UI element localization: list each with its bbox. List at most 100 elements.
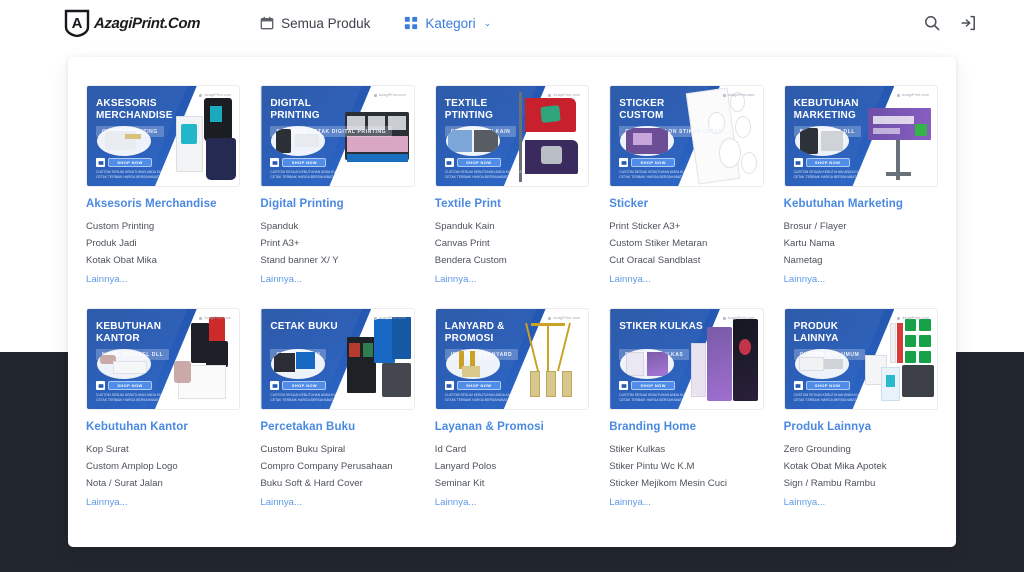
shop-now-label: SHOP NOW [457,158,501,167]
category-list-item[interactable]: Print Sticker A3+ [609,218,763,235]
category-banner[interactable]: AzagiPrint.com TEXTILE PTINTING CETAK BA… [435,85,589,187]
shop-now-label: SHOP NOW [806,381,850,390]
brand-logo[interactable]: A AzagiPrint.Com [64,9,200,37]
shop-now-button[interactable]: SHOP NOW [270,381,326,390]
cart-icon [794,381,803,390]
category-list-item[interactable]: Spanduk [260,218,414,235]
category-item-list: Kop Surat Custom Amplop Logo Nota / Sura… [86,441,240,492]
shop-now-button[interactable]: SHOP NOW [96,158,152,167]
category-list-item[interactable]: Custom Amplop Logo [86,458,240,475]
category-more-link[interactable]: Lainnya... [609,494,651,511]
watermark-text: AzagiPrint.com [902,316,929,320]
banner-thumbnail [795,126,849,156]
category-list-item[interactable]: Custom Printing [86,218,240,235]
category-banner[interactable]: AzagiPrint.com KEBUTUHAN MARKETING BOSUR… [784,85,938,187]
category-card: AzagiPrint.com TEXTILE PTINTING CETAK BA… [435,85,589,288]
category-list-item[interactable]: Kotak Obat Mika Apotek [784,458,938,475]
shop-now-button[interactable]: SHOP NOW [794,381,850,390]
shop-now-button[interactable]: SHOP NOW [619,158,675,167]
banner-note-line2: CETAK TERBAIK HARGA BERSAHABAT [270,398,347,403]
shop-now-button[interactable]: SHOP NOW [96,381,152,390]
category-list-item[interactable]: Zero Grounding [784,441,938,458]
category-title[interactable]: Sticker [609,198,763,210]
cart-icon [270,381,279,390]
category-banner[interactable]: AzagiPrint.com DIGITAL PRINTING SPESIALI… [260,85,414,187]
category-list-item[interactable]: Lanyard Polos [435,458,589,475]
nav-item-kategori[interactable]: Kategori ⌄ [404,16,491,31]
shop-now-button[interactable]: SHOP NOW [270,158,326,167]
category-title[interactable]: Kebutuhan Kantor [86,421,240,433]
category-list-item[interactable]: Nota / Surat Jalan [86,475,240,492]
category-list-item[interactable]: Stiker Kulkas [609,441,763,458]
login-button[interactable] [958,13,978,33]
category-list-item[interactable]: Kotak Obat Mika [86,252,240,269]
category-title[interactable]: Branding Home [609,421,763,433]
banner-note-line2: CETAK TERBAIK HARGA BERSAHABAT [619,175,696,180]
banner-thumbnail [97,349,151,379]
category-banner[interactable]: AzagiPrint.com CETAK BUKU CUSTOM BUKU SH… [260,308,414,410]
shop-now-label: SHOP NOW [282,381,326,390]
category-list-item[interactable]: Buku Soft & Hard Cover [260,475,414,492]
watermark-dot-icon [897,94,900,97]
category-list-item[interactable]: Id Card [435,441,589,458]
banner-note-line2: CETAK TERBAIK HARGA BERSAHABAT [794,398,871,403]
category-title[interactable]: Produk Lainnya [784,421,938,433]
category-list-item[interactable]: Cut Oracal Sandblast [609,252,763,269]
category-list-item[interactable]: Bendera Custom [435,252,589,269]
category-more-link[interactable]: Lainnya... [86,271,128,288]
cart-icon [445,158,454,167]
banner-note-line2: CETAK TERBAIK HARGA BERSAHABAT [270,175,347,180]
category-more-link[interactable]: Lainnya... [260,271,302,288]
category-more-link[interactable]: Lainnya... [435,494,477,511]
nav-item-semua-produk[interactable]: Semua Produk [260,16,370,31]
category-list-item[interactable]: Custom Stiker Metaran [609,235,763,252]
category-title[interactable]: Textile Print [435,198,589,210]
category-list-item[interactable]: Stand banner X/ Y [260,252,414,269]
category-list-item[interactable]: Kop Surat [86,441,240,458]
category-item-list: Spanduk Print A3+ Stand banner X/ Y [260,218,414,269]
category-list-item[interactable]: Spanduk Kain [435,218,589,235]
category-banner[interactable]: AzagiPrint.com AKSESORIS MERCHANDISE CUS… [86,85,240,187]
shop-now-button[interactable]: SHOP NOW [445,158,501,167]
watermark-text: AzagiPrint.com [204,316,231,320]
category-title[interactable]: Layanan & Promosi [435,421,589,433]
nav-links: Semua Produk Kategori ⌄ [260,16,491,31]
shop-now-button[interactable]: SHOP NOW [445,381,501,390]
category-more-link[interactable]: Lainnya... [260,494,302,511]
category-banner[interactable]: AzagiPrint.com PRODUK LAINNYA CUSTOM DAN… [784,308,938,410]
category-list-item[interactable]: Sticker Mejikom Mesin Cuci [609,475,763,492]
banner-title: AKSESORIS MERCHANDISE [96,98,186,121]
category-list-item[interactable]: Stiker Pintu Wc K.M [609,458,763,475]
category-more-link[interactable]: Lainnya... [435,271,477,288]
category-list-item[interactable]: Kartu Nama [784,235,938,252]
category-banner[interactable]: AzagiPrint.com STIKER KULKAS BRANDING KU… [609,308,763,410]
category-more-link[interactable]: Lainnya... [609,271,651,288]
category-list-item[interactable]: Seminar Kit [435,475,589,492]
brand-name: AzagiPrint.Com [94,15,201,32]
category-title[interactable]: Digital Printing [260,198,414,210]
category-more-link[interactable]: Lainnya... [784,494,826,511]
category-banner[interactable]: AzagiPrint.com KEBUTUHAN KANTOR NOTA, ST… [86,308,240,410]
category-list-item[interactable]: Sign / Rambu Rambu [784,475,938,492]
shop-now-button[interactable]: SHOP NOW [794,158,850,167]
banner-watermark: AzagiPrint.com [548,316,580,320]
category-title[interactable]: Percetakan Buku [260,421,414,433]
category-list-item[interactable]: Compro Company Perusahaan [260,458,414,475]
category-list-item[interactable]: Canvas Print [435,235,589,252]
category-more-link[interactable]: Lainnya... [86,494,128,511]
shop-now-button[interactable]: SHOP NOW [619,381,675,390]
category-title[interactable]: Kebutuhan Marketing [784,198,938,210]
category-grid: AzagiPrint.com AKSESORIS MERCHANDISE CUS… [86,85,938,511]
category-list-item[interactable]: Produk Jadi [86,235,240,252]
category-banner[interactable]: AzagiPrint.com LANYARD & PROMOSI ID CARD… [435,308,589,410]
category-list-item[interactable]: Custom Buku Spiral [260,441,414,458]
category-list-item[interactable]: Print A3+ [260,235,414,252]
shield-logo-icon: A [64,9,90,37]
category-banner[interactable]: AzagiPrint.com STICKER CUSTOM CUSTOM SAB… [609,85,763,187]
category-list-item[interactable]: Nametag [784,252,938,269]
search-button[interactable] [922,13,942,33]
category-title[interactable]: Aksesoris Merchandise [86,198,240,210]
category-list-item[interactable]: Brosur / Flayer [784,218,938,235]
category-more-link[interactable]: Lainnya... [784,271,826,288]
watermark-text: AzagiPrint.com [553,316,580,320]
